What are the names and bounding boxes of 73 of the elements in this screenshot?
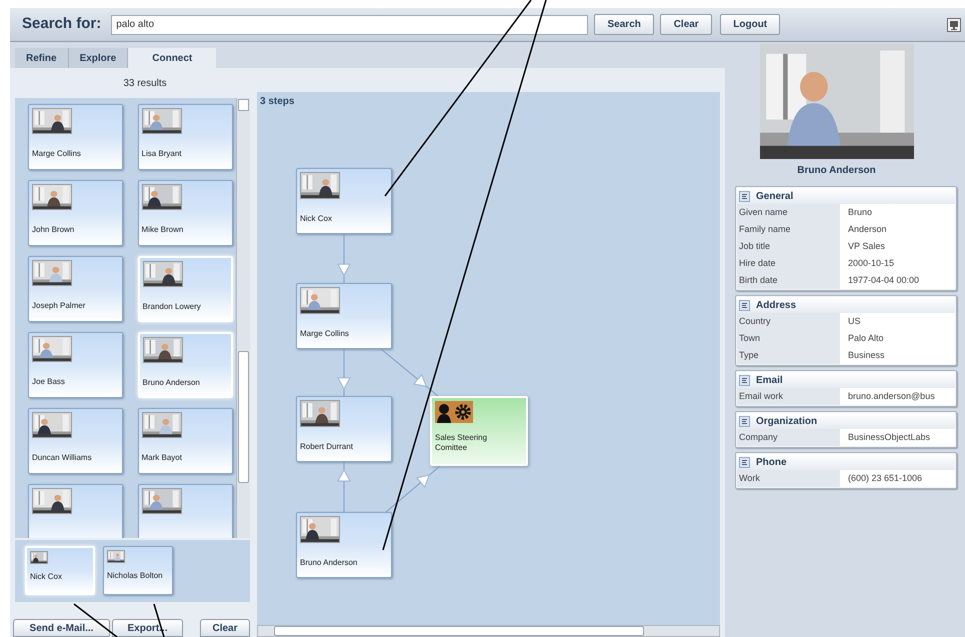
field-label: Email work xyxy=(737,388,840,405)
field-label: Given name xyxy=(737,204,840,221)
person-card[interactable]: Bruno Anderson xyxy=(138,332,232,398)
field-value: 2000-10-15 xyxy=(840,255,955,272)
person-card[interactable]: Duncan Williams xyxy=(28,408,123,474)
field-label: Birth date xyxy=(737,272,840,289)
results-count: 33 results xyxy=(122,76,167,90)
list-icon[interactable] xyxy=(739,300,750,310)
person-node[interactable]: Marge Collins xyxy=(296,283,392,349)
person-card[interactable]: Lisa Bryant xyxy=(138,104,232,170)
person-node[interactable]: Bruno Anderson xyxy=(296,512,392,578)
connector xyxy=(337,234,351,284)
section-title: Organization xyxy=(756,414,818,428)
section-title: Email xyxy=(756,374,783,388)
person-card[interactable]: John Brown xyxy=(28,180,123,246)
field-value: Bruno xyxy=(840,204,955,221)
tab[interactable]: Refine xyxy=(15,48,69,68)
monitor-icon[interactable] xyxy=(947,18,961,32)
person-card[interactable]: Mark Bayot xyxy=(138,408,232,474)
field-label: Company xyxy=(737,429,840,446)
person-node[interactable]: Nick Cox xyxy=(296,168,392,234)
person-card[interactable]: Brandon Lowery xyxy=(138,256,232,322)
list-icon[interactable] xyxy=(739,456,750,468)
search-field[interactable]: palo alto xyxy=(111,14,588,34)
action-button[interactable]: Send e-Mail... xyxy=(13,619,110,637)
person-card[interactable]: Mike Brown xyxy=(138,180,232,246)
field-value: (600) 23 651-1006 xyxy=(840,470,955,487)
profile-name: Bruno Anderson xyxy=(797,164,876,178)
field-value: Palo Alto xyxy=(840,330,955,347)
field-value: bruno.anderson@bus xyxy=(840,388,955,405)
person-card[interactable]: Marge Collins xyxy=(28,104,123,170)
group-node[interactable]: Sales Steering Comittee xyxy=(430,396,528,466)
field-label: Hire date xyxy=(737,255,840,272)
field-value: US xyxy=(840,313,955,330)
horizontal-scrollbar[interactable] xyxy=(257,625,720,637)
person-card[interactable]: Nick Cox xyxy=(25,546,95,595)
person-card[interactable] xyxy=(138,484,232,538)
field-label: Town xyxy=(737,330,840,347)
field-label: Family name xyxy=(737,221,840,238)
toolbar-button[interactable]: Search xyxy=(594,14,654,35)
section-title: General xyxy=(756,190,794,204)
person-card[interactable]: Joseph Palmer xyxy=(28,256,123,322)
field-value: 1977-04-04 00:00 xyxy=(840,272,955,289)
person-node[interactable]: Robert Durrant xyxy=(296,396,392,462)
field-value: Business xyxy=(840,347,955,364)
people-gear-icon xyxy=(435,401,473,423)
connector xyxy=(337,348,351,396)
field-value: BusinessObjectLabs xyxy=(840,429,955,446)
section-title: Address xyxy=(756,298,796,312)
connector xyxy=(337,462,351,512)
field-value: VP Sales xyxy=(840,238,955,255)
toolbar-button[interactable]: Clear xyxy=(660,14,712,35)
field-label: Work xyxy=(737,470,840,487)
toolbar-button[interactable]: Logout xyxy=(720,14,780,35)
person-card[interactable]: Nicholas Bolton xyxy=(103,546,173,595)
field-label: Type xyxy=(737,347,840,364)
field-label: Country xyxy=(737,313,840,330)
tab[interactable]: Connect xyxy=(128,48,216,68)
connector xyxy=(386,466,440,512)
vertical-scrollbar[interactable] xyxy=(236,98,250,538)
field-value: Anderson xyxy=(840,221,955,238)
connector xyxy=(380,348,438,396)
graph-title: 3 steps xyxy=(260,95,294,109)
list-icon[interactable] xyxy=(739,374,750,386)
person-card[interactable] xyxy=(28,484,123,538)
person-card[interactable]: Joe Bass xyxy=(28,332,123,398)
list-icon[interactable] xyxy=(739,416,750,426)
action-button[interactable]: Clear xyxy=(200,619,250,637)
list-icon[interactable] xyxy=(739,190,750,202)
tab[interactable]: Explore xyxy=(68,48,128,68)
section-title: Phone xyxy=(756,456,787,470)
search-label: Search for: xyxy=(22,14,102,34)
field-label: Job title xyxy=(737,238,840,255)
